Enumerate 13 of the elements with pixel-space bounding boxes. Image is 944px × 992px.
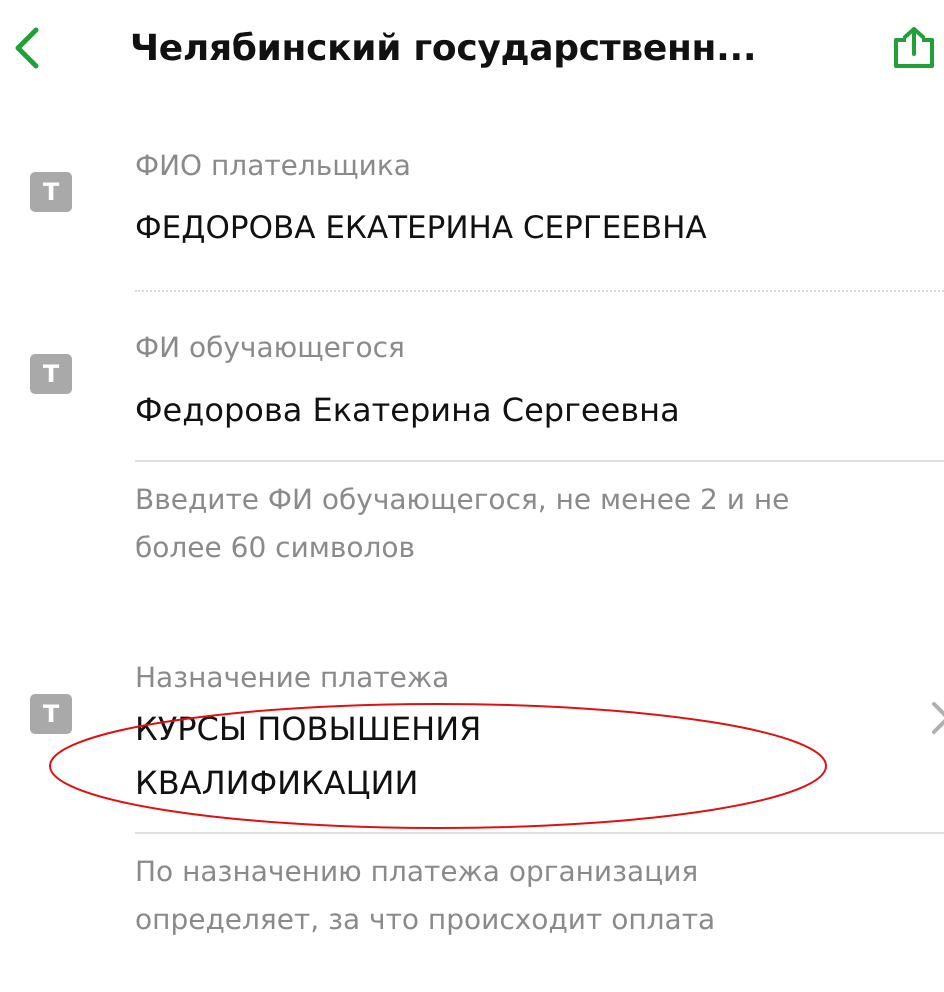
field-label: Назначение платежа (135, 660, 450, 696)
page-title: Челябинский государственн... (130, 28, 758, 68)
field-label: ФИ обучающегося (135, 330, 406, 366)
input-field[interactable]: КУРСЫ ПОВЫШЕНИЯ КВАЛИФИКАЦИИ (135, 702, 944, 810)
input-field[interactable]: Федорова Екатерина Сергеевна (135, 382, 944, 438)
text-type-badge: T (30, 694, 72, 734)
field-label: ФИО плательщика (135, 148, 412, 184)
text-type-badge: T (30, 172, 72, 212)
field-value: ФЕДОРОВА ЕКАТЕРИНА СЕРГЕЕВНА (135, 209, 708, 248)
field-hint: Введите ФИ обучающегося, не менее 2 и не более 60 символов (135, 482, 790, 566)
field-hint: По назначению платежа организация определяет, за что происходит оплата (135, 854, 716, 938)
share-icon[interactable] (892, 26, 936, 70)
text-type-badge: T (30, 354, 72, 394)
